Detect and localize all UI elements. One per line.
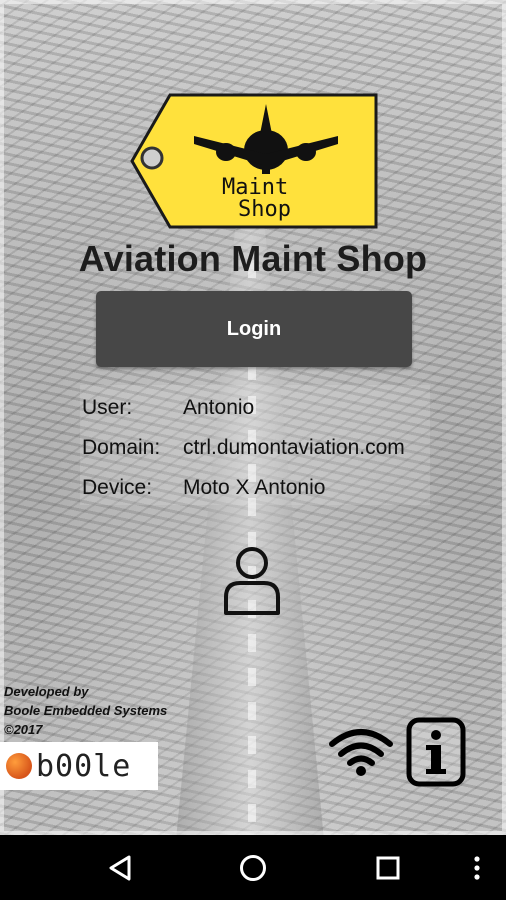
login-button-label: Login	[226, 317, 282, 340]
user-label: User:	[82, 396, 133, 419]
credit-line-1: Developed by	[4, 684, 89, 699]
info-icon[interactable]	[406, 717, 466, 787]
boole-logo-text: b00le	[36, 748, 132, 784]
boole-logo: b00le	[0, 742, 158, 790]
overflow-menu-icon	[474, 855, 480, 880]
domain-label: Domain:	[82, 436, 161, 459]
credit-line-2: Boole Embedded Systems	[4, 703, 168, 718]
developer-credit: Developed by Boole Embedded Systems ©201…	[4, 682, 167, 739]
nav-back-button[interactable]	[90, 835, 150, 900]
device-label: Device:	[82, 476, 153, 499]
user-value: Antonio	[183, 396, 255, 419]
app-screen: Maint Shop Aviation Maint Shop Login Use…	[0, 0, 506, 835]
user-icon[interactable]	[222, 545, 282, 617]
app-title: Aviation Maint Shop	[78, 238, 428, 279]
android-nav-bar	[0, 835, 506, 900]
credit-line-3: ©2017	[4, 722, 43, 737]
login-button[interactable]: Login	[96, 291, 412, 367]
logo-word-shop: Shop	[238, 197, 291, 222]
recent-square-icon	[376, 856, 400, 879]
domain-value: ctrl.dumontaviation.com	[183, 436, 405, 459]
nav-recent-button[interactable]	[358, 835, 418, 900]
boole-ball-icon	[6, 753, 32, 779]
maint-shop-logo: Maint Shop	[130, 93, 378, 229]
wifi-icon	[329, 729, 393, 776]
home-circle-icon	[240, 854, 266, 881]
nav-overflow-button[interactable]	[462, 835, 492, 900]
device-value: Moto X Antonio	[183, 476, 326, 499]
back-triangle-icon	[109, 855, 131, 880]
nav-home-button[interactable]	[223, 835, 283, 900]
